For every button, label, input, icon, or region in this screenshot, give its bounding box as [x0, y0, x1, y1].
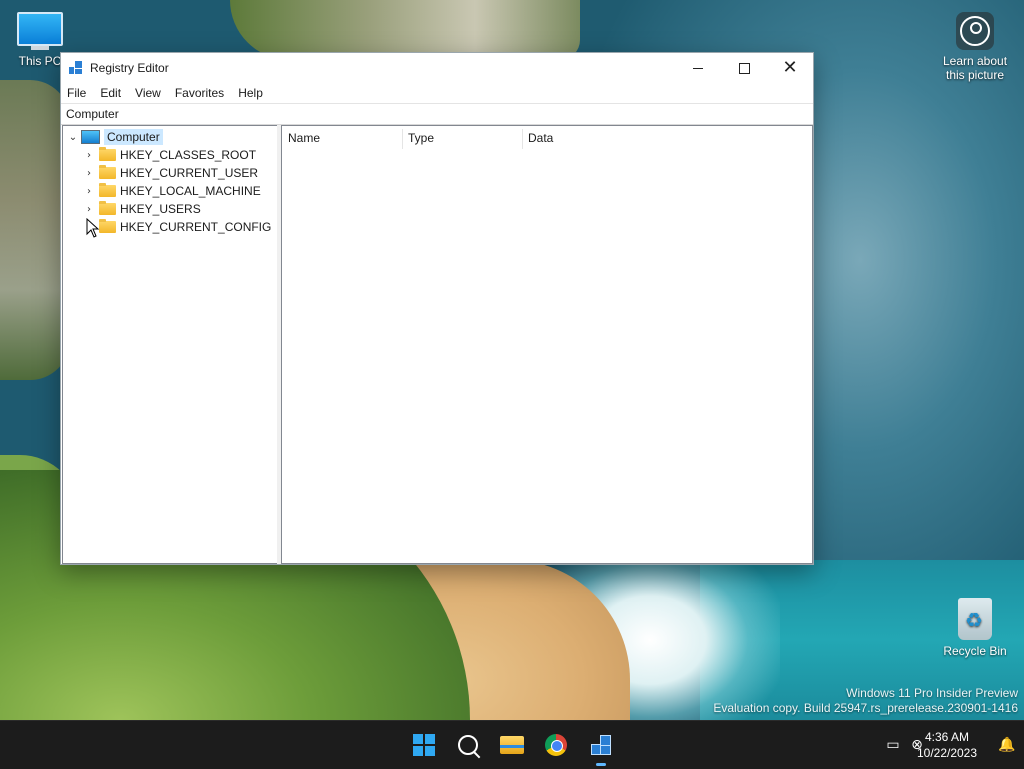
desktop-icon-label: Learn about this picture: [942, 54, 1008, 82]
column-header-name[interactable]: Name: [282, 126, 402, 150]
computer-icon: [81, 130, 100, 144]
minimize-icon: [693, 67, 703, 69]
maximize-button[interactable]: [721, 53, 767, 83]
tree-node-computer[interactable]: ⌄ Computer: [67, 128, 163, 146]
tree-node-hkey-current-config[interactable]: › HKEY_CURRENT_CONFIG: [83, 218, 271, 236]
menu-favorites[interactable]: Favorites: [175, 86, 224, 100]
values-list-pane[interactable]: Name Type Data: [281, 125, 813, 564]
clock-date: 10/22/2023: [916, 746, 978, 760]
minimize-button[interactable]: [675, 53, 721, 83]
start-button[interactable]: [408, 729, 440, 761]
title-bar[interactable]: Registry Editor ✕: [61, 53, 813, 83]
wallpaper-cliff-top: [230, 0, 580, 60]
tree-node-hkey-local-machine[interactable]: › HKEY_LOCAL_MACHINE: [83, 182, 261, 200]
column-header-type[interactable]: Type: [402, 126, 522, 150]
menu-help[interactable]: Help: [238, 86, 263, 100]
this-pc-icon: [17, 12, 63, 50]
chevron-down-icon[interactable]: ⌄: [67, 131, 79, 143]
watermark-line: Evaluation copy. Build 25947.rs_prerelea…: [713, 701, 1018, 715]
mouse-cursor-icon: [86, 217, 100, 243]
column-header-label: Type: [408, 131, 435, 145]
tree-node-label: Computer: [104, 129, 163, 145]
clock[interactable]: 4:36 AM 10/22/2023: [912, 729, 982, 761]
menu-view[interactable]: View: [135, 86, 161, 100]
column-header-data[interactable]: Data: [522, 126, 722, 150]
clock-time: 4:36 AM: [924, 730, 970, 744]
search-button[interactable]: [452, 729, 484, 761]
active-app-indicator: [596, 763, 606, 766]
chevron-right-icon[interactable]: ›: [83, 203, 95, 215]
tree-node-hkey-current-user[interactable]: › HKEY_CURRENT_USER: [83, 164, 258, 182]
tree-node-hkey-users[interactable]: › HKEY_USERS: [83, 200, 201, 218]
file-explorer-button[interactable]: [496, 729, 528, 761]
chevron-right-icon[interactable]: ›: [83, 185, 95, 197]
address-path: Computer: [66, 107, 119, 121]
folder-icon: [99, 219, 116, 233]
notification-bell-icon[interactable]: 🔔: [998, 736, 1016, 754]
chevron-right-icon[interactable]: ›: [83, 167, 95, 179]
folder-icon: [99, 165, 116, 179]
tree-node-label: HKEY_USERS: [120, 202, 201, 216]
registry-content: ⌄ Computer › HKEY_CLASSES_ROOT › HKEY_CU…: [61, 125, 813, 564]
desktop-icon-label: Recycle Bin: [943, 644, 1007, 658]
desktop-icon-recycle-bin[interactable]: Recycle Bin: [940, 598, 1010, 658]
menu-edit[interactable]: Edit: [100, 86, 121, 100]
tree-node-label: HKEY_LOCAL_MACHINE: [120, 184, 261, 198]
desktop-icon-learn-about-picture[interactable]: Learn about this picture: [938, 12, 1012, 82]
key-tree-pane[interactable]: ⌄ Computer › HKEY_CLASSES_ROOT › HKEY_CU…: [62, 125, 278, 564]
window-title: Registry Editor: [90, 61, 169, 75]
column-header-label: Data: [528, 131, 554, 145]
taskbar: ▭ ⊗ 4:36 AM 10/22/2023 🔔: [0, 720, 1024, 769]
menu-file[interactable]: File: [67, 86, 86, 100]
chrome-button[interactable]: [540, 729, 572, 761]
windows-watermark: Windows 11 Pro Insider Preview Evaluatio…: [713, 686, 1018, 716]
system-tray: ▭ ⊗ 4:36 AM 10/22/2023 🔔: [844, 721, 1024, 769]
address-bar[interactable]: Computer: [61, 103, 813, 125]
tree-node-label: HKEY_CURRENT_CONFIG: [120, 220, 272, 234]
registry-editor-app-icon: [68, 60, 84, 76]
recycle-bin-icon: [958, 598, 992, 640]
start-icon: [413, 734, 435, 756]
registry-editor-taskbar-button[interactable]: [584, 729, 616, 761]
tree-node-label: HKEY_CLASSES_ROOT: [120, 148, 257, 162]
registry-editor-window: Registry Editor ✕ File Edit View Favorit…: [60, 52, 814, 565]
search-icon: [458, 735, 478, 755]
tree-node-hkey-classes-root[interactable]: › HKEY_CLASSES_ROOT: [83, 146, 256, 164]
folder-icon: [99, 183, 116, 197]
close-button[interactable]: ✕: [767, 53, 813, 83]
watermark-line: Windows 11 Pro Insider Preview: [846, 686, 1018, 700]
registry-editor-icon: [589, 734, 611, 756]
folder-icon: [99, 147, 116, 161]
folder-icon: [99, 201, 116, 215]
chrome-icon: [545, 734, 567, 756]
display-icon[interactable]: ▭: [884, 736, 902, 754]
column-header-label: Name: [288, 131, 321, 145]
close-icon: ✕: [782, 57, 798, 78]
file-explorer-icon: [500, 736, 524, 754]
maximize-icon: [738, 62, 750, 74]
camera-info-icon: [956, 12, 994, 50]
menu-bar: File Edit View Favorites Help: [61, 83, 813, 103]
tree-node-label: HKEY_CURRENT_USER: [120, 166, 259, 180]
chevron-right-icon[interactable]: ›: [83, 149, 95, 161]
